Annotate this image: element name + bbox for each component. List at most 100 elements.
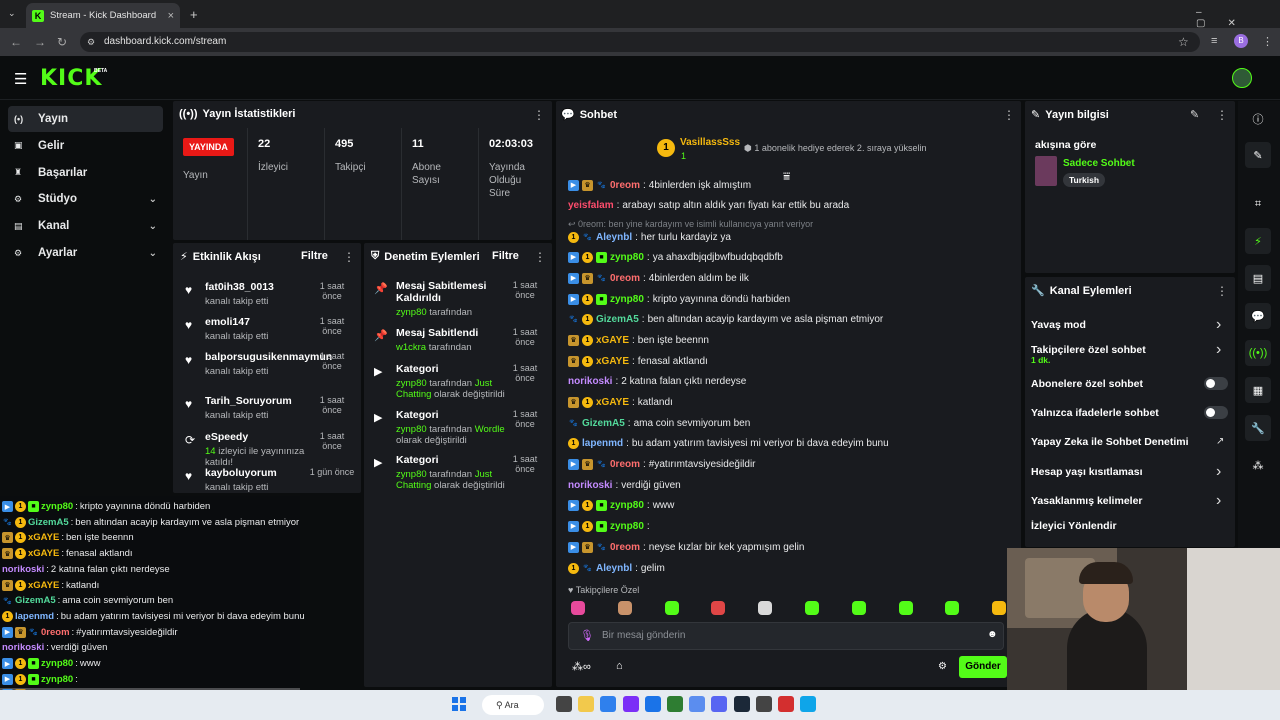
crop-icon[interactable]: ⌗ bbox=[1245, 191, 1271, 217]
chat-settings-icon[interactable]: ⚙ bbox=[938, 661, 947, 672]
emoji-icon[interactable]: ☻ bbox=[987, 629, 998, 640]
gift-prompt[interactable]: ⬢ 1 abonelik hediye ederek 2. sıraya yük… bbox=[744, 143, 926, 154]
activity-user[interactable]: Tarih_Soruyorum bbox=[205, 395, 305, 407]
lightning-icon[interactable]: ⚡ bbox=[1245, 228, 1271, 254]
chat-input-placeholder[interactable]: Bir mesaj gönderin bbox=[602, 630, 685, 641]
chat-username[interactable]: zynp80 bbox=[610, 521, 644, 532]
channel-action-label[interactable]: Yapay Zeka ile Sohbet Denetimi bbox=[1031, 436, 1231, 448]
record-icon[interactable] bbox=[778, 696, 794, 712]
nav-item-5[interactable]: ⚙ Ayarlar ⌄ bbox=[8, 240, 163, 266]
chat-username[interactable]: norikoski bbox=[568, 376, 612, 387]
obs-icon[interactable] bbox=[622, 696, 639, 712]
steam-icon[interactable] bbox=[733, 696, 750, 712]
url-bar[interactable]: dashboard.kick.com/stream bbox=[80, 32, 1200, 52]
edit-stream-info-icon[interactable]: ✎ bbox=[1190, 108, 1199, 121]
chat-username[interactable]: 0reom bbox=[610, 180, 640, 191]
nodes-icon[interactable]: ⁂ bbox=[1245, 452, 1271, 478]
moderation-actor[interactable]: zynp80 bbox=[396, 469, 429, 480]
pen-icon[interactable]: ✎ bbox=[1245, 142, 1271, 168]
document-icon[interactable]: ▤ bbox=[1245, 265, 1271, 291]
nav-item-0[interactable]: (•) Yayın bbox=[8, 106, 163, 132]
emote-icon[interactable] bbox=[898, 601, 913, 615]
kicks-icon[interactable]: ⁂∞ bbox=[572, 660, 591, 673]
emote-icon[interactable] bbox=[945, 601, 960, 615]
chat-username[interactable]: xGAYE bbox=[596, 397, 629, 408]
site-info-icon[interactable]: ⚙ bbox=[87, 37, 95, 48]
chat-username[interactable]: yeisfalam bbox=[568, 200, 614, 211]
channel-action-label[interactable]: Abonelere özel sohbet bbox=[1031, 378, 1231, 390]
toggle-switch[interactable] bbox=[1204, 377, 1228, 390]
moderation-actor[interactable]: zynp80 bbox=[396, 378, 429, 389]
emote-icon[interactable] bbox=[851, 601, 866, 615]
send-button[interactable]: Gönder bbox=[959, 656, 1007, 678]
wrench-icon[interactable]: 🔧 bbox=[1245, 415, 1271, 441]
channel-action-label[interactable]: Yalnızca ifadelerle sohbet bbox=[1031, 407, 1231, 419]
emote-icon[interactable] bbox=[571, 601, 585, 615]
channel-action-label[interactable]: Hesap yaşı kısıtlaması bbox=[1031, 466, 1231, 478]
chat-username[interactable]: Aleynbl bbox=[596, 232, 632, 243]
activity-user[interactable]: eSpeedy bbox=[205, 431, 305, 443]
explorer-icon[interactable] bbox=[578, 696, 595, 712]
broadcast-icon[interactable]: ((•)) bbox=[1245, 340, 1271, 366]
chat-username[interactable]: zynp80 bbox=[610, 252, 644, 263]
app-icon[interactable] bbox=[755, 696, 772, 712]
moderation-actor[interactable]: zynp80 bbox=[396, 307, 429, 318]
chat-menu-icon[interactable]: ⋮ bbox=[1003, 108, 1015, 122]
chat-bubble-icon[interactable]: 💬 bbox=[1245, 303, 1271, 329]
emote-icon[interactable] bbox=[805, 601, 819, 615]
activity-user[interactable]: emoli147 bbox=[205, 316, 305, 328]
info-icon[interactable]: ⓘ bbox=[1245, 106, 1271, 132]
activity-user[interactable]: kayboluyorum bbox=[205, 467, 305, 479]
chrome-icon[interactable] bbox=[644, 696, 661, 712]
reload-icon[interactable]: ↻ bbox=[57, 35, 67, 49]
forward-icon[interactable]: → bbox=[34, 35, 46, 49]
microphone-icon[interactable]: 🎙 bbox=[580, 629, 594, 642]
channel-action-label[interactable]: Yavaş mod bbox=[1031, 319, 1231, 331]
activity-user[interactable]: fat0ih38_0013 bbox=[205, 281, 305, 293]
nav-item-4[interactable]: ▤ Kanal ⌄ bbox=[8, 213, 163, 239]
chat-username[interactable]: zynp80 bbox=[610, 294, 644, 305]
chat-username[interactable]: GizemA5 bbox=[582, 418, 625, 429]
chat-username[interactable]: zynp80 bbox=[610, 500, 644, 511]
chat-username[interactable]: Aleynbl bbox=[596, 563, 632, 574]
nav-item-1[interactable]: ▣ Gelir bbox=[8, 133, 163, 159]
nav-item-3[interactable]: ⚙ Stüdyo ⌄ bbox=[8, 186, 163, 212]
browser-menu-icon[interactable]: ⋮ bbox=[1262, 35, 1273, 48]
channel-action-label[interactable]: İzleyici Yönlendir bbox=[1031, 520, 1231, 532]
chevron-right-icon[interactable]: › bbox=[1216, 492, 1221, 510]
nav-item-2[interactable]: ♜ Başarılar bbox=[8, 160, 163, 186]
discord-icon[interactable] bbox=[711, 696, 728, 712]
stream-info-menu-icon[interactable]: ⋮ bbox=[1216, 108, 1228, 122]
xbox-icon[interactable] bbox=[667, 696, 683, 712]
hamburger-menu-icon[interactable]: ☰ bbox=[14, 70, 27, 88]
taskbar-search[interactable]: ⚲ Ara bbox=[482, 695, 544, 715]
layout-icon[interactable]: ▦ bbox=[1245, 377, 1271, 403]
back-icon[interactable]: ← bbox=[10, 35, 22, 49]
chat-username[interactable]: xGAYE bbox=[596, 335, 629, 346]
tab-search-icon[interactable]: ⌄ bbox=[8, 8, 16, 19]
mail-icon[interactable] bbox=[600, 696, 617, 712]
store-icon[interactable]: ⌂ bbox=[616, 660, 623, 672]
windows-start-icon[interactable] bbox=[452, 697, 466, 711]
category-name[interactable]: Sadece Sohbet bbox=[1063, 158, 1135, 169]
top-gifter-name[interactable]: VasillassSss bbox=[680, 137, 740, 148]
vpn-icon[interactable] bbox=[800, 696, 817, 712]
window-controls[interactable]: –▢✕ bbox=[1196, 7, 1280, 29]
chat-username[interactable]: 0reom bbox=[610, 273, 640, 284]
chevron-right-icon[interactable]: › bbox=[1216, 463, 1221, 481]
new-tab-button[interactable]: + bbox=[190, 7, 198, 22]
settings-icon[interactable] bbox=[689, 696, 706, 712]
chevron-right-icon[interactable]: › bbox=[1216, 341, 1221, 359]
emote-icon[interactable] bbox=[617, 601, 632, 615]
emote-icon[interactable] bbox=[711, 601, 726, 615]
emote-icon[interactable] bbox=[664, 601, 679, 615]
user-avatar[interactable] bbox=[1232, 68, 1252, 88]
toggle-switch[interactable] bbox=[1204, 406, 1228, 419]
task-view-icon[interactable] bbox=[556, 696, 572, 712]
channel-actions-menu-icon[interactable]: ⋮ bbox=[1216, 284, 1228, 298]
chevron-right-icon[interactable]: › bbox=[1216, 316, 1221, 334]
browser-tab[interactable]: K Stream - Kick Dashboard × bbox=[26, 3, 180, 28]
channel-action-label[interactable]: Yasaklanmış kelimeler bbox=[1031, 495, 1231, 507]
chat-username[interactable]: GizemA5 bbox=[596, 314, 639, 325]
emote-icon[interactable] bbox=[992, 601, 1007, 615]
